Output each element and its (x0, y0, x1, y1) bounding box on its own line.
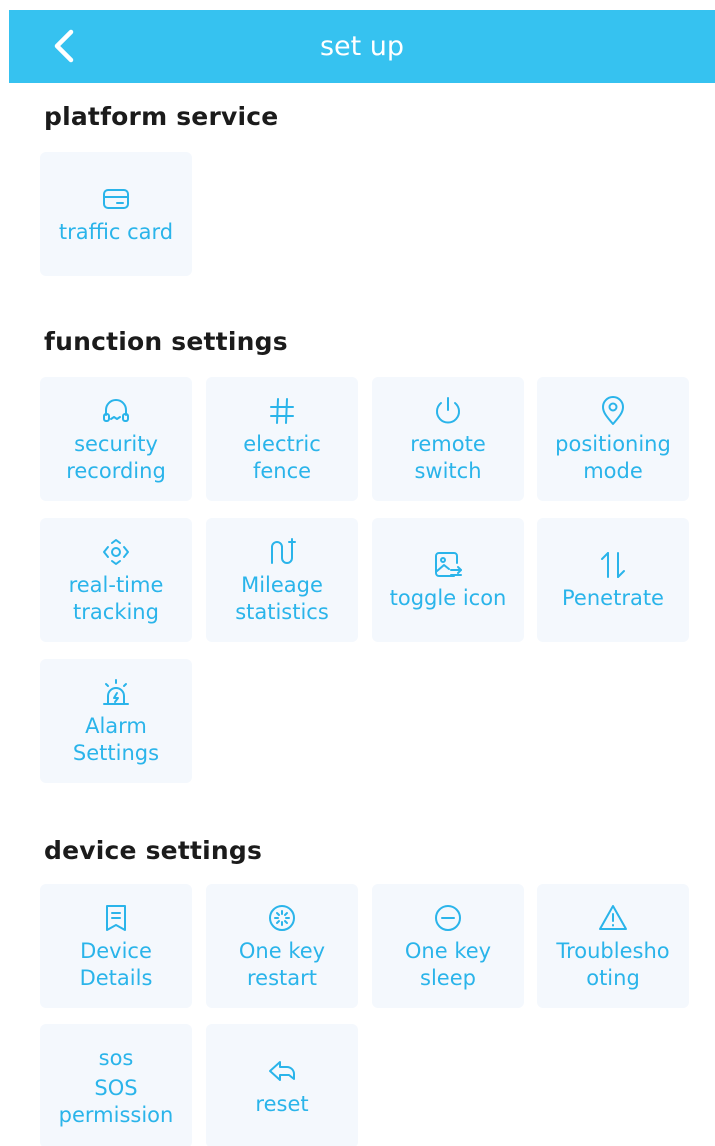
section-title-platform-service: platform service (44, 102, 279, 131)
tile-label: electric fence (243, 431, 321, 483)
tile-alarm-settings[interactable]: Alarm Settings (40, 659, 192, 783)
sos-icon: sos (98, 1046, 134, 1070)
minus-circle-icon (431, 901, 465, 935)
tile-remote-switch[interactable]: remote switch (372, 377, 524, 501)
section-title-device-settings: device settings (44, 836, 263, 865)
tile-label: reset (255, 1092, 309, 1116)
tile-label: One key restart (238, 938, 326, 990)
chevron-left-icon (54, 29, 74, 63)
back-button[interactable] (45, 26, 89, 66)
warning-triangle-icon (596, 901, 630, 935)
tile-label: Penetrate (562, 586, 664, 610)
tile-mileage-statistics[interactable]: Mileage statistics (206, 518, 358, 642)
tile-label: SOS permission (58, 1076, 174, 1127)
headset-icon (99, 394, 133, 428)
tile-penetrate[interactable]: Penetrate (537, 518, 689, 642)
tile-electric-fence[interactable]: electric fence (206, 377, 358, 501)
tile-real-time-tracking[interactable]: real-time tracking (40, 518, 192, 642)
tracking-icon (99, 535, 133, 569)
section-title-function-settings: function settings (44, 327, 288, 356)
reset-arrow-icon (265, 1054, 299, 1088)
tile-label: One key sleep (404, 938, 492, 990)
tile-label: Alarm Settings (72, 713, 160, 765)
siren-icon (99, 676, 133, 710)
tile-toggle-icon[interactable]: toggle icon (372, 518, 524, 642)
bookmark-doc-icon (99, 901, 133, 935)
hash-icon (265, 394, 299, 428)
tile-label: real-time tracking (68, 572, 164, 624)
tile-label: security recording (66, 431, 166, 483)
tile-label: positioning mode (555, 431, 671, 483)
tile-reset[interactable]: reset (206, 1024, 358, 1146)
tile-label: toggle icon (389, 586, 507, 610)
tile-positioning-mode[interactable]: positioning mode (537, 377, 689, 501)
tile-troubleshooting[interactable]: Troublesho oting (537, 884, 689, 1008)
restart-icon (265, 901, 299, 935)
tile-traffic-card[interactable]: traffic card (40, 152, 192, 276)
page-title: set up (319, 31, 405, 62)
tile-label: traffic card (58, 220, 174, 244)
up-down-arrows-icon (596, 548, 630, 582)
tile-security-recording[interactable]: security recording (40, 377, 192, 501)
tile-label: Troublesho oting (556, 938, 670, 990)
power-icon (431, 394, 465, 428)
tile-one-key-sleep[interactable]: One key sleep (372, 884, 524, 1008)
tile-label: Device Details (79, 938, 153, 990)
location-pin-icon (596, 394, 630, 428)
tile-label: remote switch (410, 431, 486, 483)
card-icon (99, 182, 133, 216)
tile-label: Mileage statistics (235, 572, 329, 624)
tile-device-details[interactable]: Device Details (40, 884, 192, 1008)
image-swap-icon (431, 548, 465, 582)
tile-one-key-restart[interactable]: One key restart (206, 884, 358, 1008)
tile-sos-permission[interactable]: sos SOS permission (40, 1024, 192, 1146)
top-bar: set up (9, 10, 715, 83)
route-icon (265, 535, 299, 569)
